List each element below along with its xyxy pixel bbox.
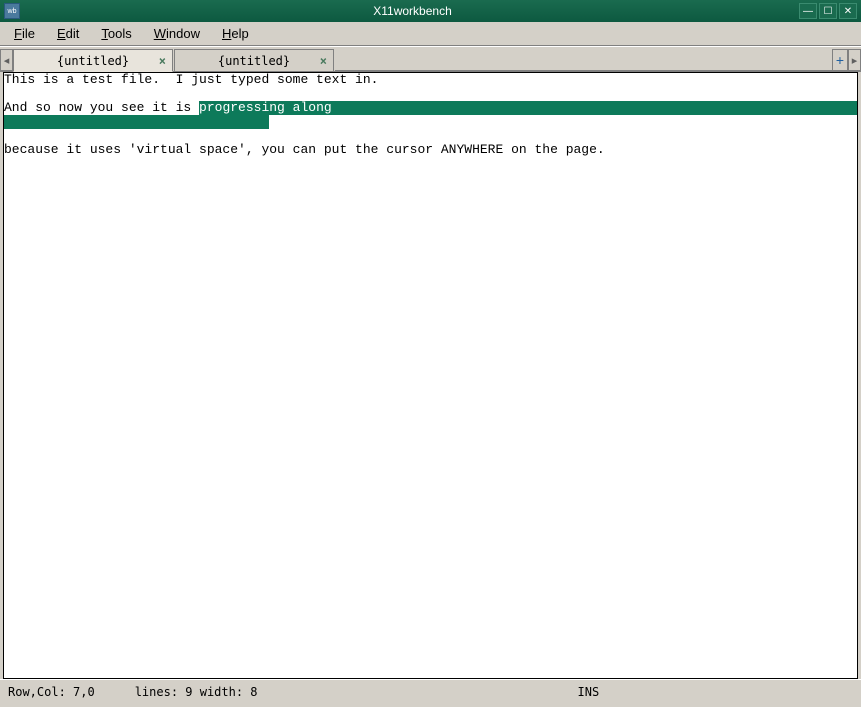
menu-tools[interactable]: Tools	[97, 24, 135, 43]
status-lines: lines: 9 width: 8	[135, 685, 258, 699]
menu-help[interactable]: Help	[218, 24, 253, 43]
editor-line: because it uses 'virtual space', you can…	[4, 143, 857, 157]
tab-scroll-left-icon[interactable]: ◂	[0, 49, 13, 71]
statusbar: Row,Col: 7,0 lines: 9 width: 8 INS	[0, 679, 861, 703]
editor-line: This is a test file. I just typed some t…	[4, 73, 857, 87]
tab-scroll-right-icon[interactable]: ▸	[848, 49, 861, 71]
tab-1[interactable]: {untitled} ×	[174, 49, 334, 71]
text-editor[interactable]: This is a test file. I just typed some t…	[3, 72, 858, 679]
editor-line	[4, 87, 857, 101]
window-title: X11workbench	[26, 4, 799, 18]
menu-file[interactable]: File	[10, 24, 39, 43]
tab-label: {untitled}	[57, 54, 129, 68]
status-mode: INS	[578, 685, 600, 699]
tab-label: {untitled}	[218, 54, 290, 68]
menubar: File Edit Tools Window Help	[0, 22, 861, 46]
app-icon: wb	[4, 3, 20, 19]
editor-line	[4, 115, 857, 129]
tab-add-button[interactable]: +	[832, 49, 848, 71]
editor-line	[4, 129, 857, 143]
tab-close-icon[interactable]: ×	[159, 54, 166, 68]
maximize-button[interactable]: ☐	[819, 3, 837, 19]
status-rowcol: Row,Col: 7,0	[8, 685, 95, 699]
minimize-button[interactable]: —	[799, 3, 817, 19]
tab-close-icon[interactable]: ×	[320, 54, 327, 68]
titlebar: wb X11workbench — ☐ ✕	[0, 0, 861, 22]
window-controls: — ☐ ✕	[799, 3, 857, 19]
close-button[interactable]: ✕	[839, 3, 857, 19]
menu-edit[interactable]: Edit	[53, 24, 83, 43]
menu-window[interactable]: Window	[150, 24, 204, 43]
tab-0[interactable]: {untitled} ×	[13, 49, 173, 72]
tabbar: ◂ {untitled} × {untitled} × + ▸	[0, 46, 861, 72]
tab-spacer	[335, 49, 832, 71]
editor-line: And so now you see it is progressing alo…	[4, 101, 857, 115]
